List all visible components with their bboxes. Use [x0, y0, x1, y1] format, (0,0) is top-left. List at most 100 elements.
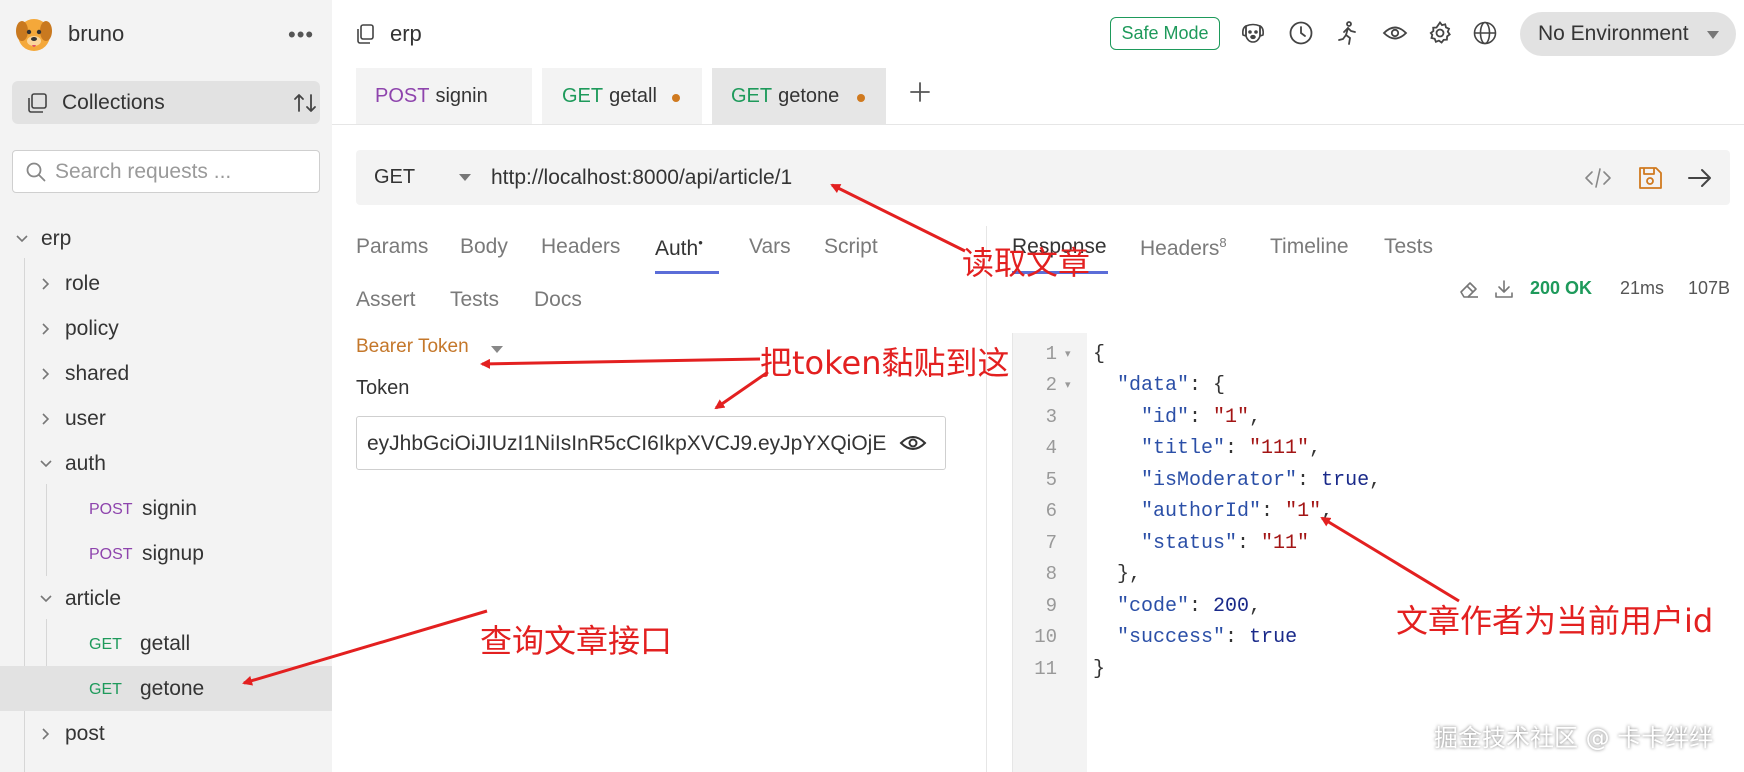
method-label: POST — [89, 501, 133, 518]
dog-icon[interactable] — [1240, 20, 1266, 46]
tree-label-auth: auth — [65, 451, 106, 475]
pane-divider[interactable] — [986, 226, 987, 772]
tree-folder-erp[interactable]: erp — [0, 216, 332, 261]
bruno-logo-icon — [16, 19, 52, 51]
caret-down-icon — [1707, 31, 1719, 39]
code-line: "success": true — [1117, 626, 1298, 649]
code-line: "title": "111", — [1141, 437, 1322, 460]
code-line: }, — [1093, 563, 1142, 586]
token-value[interactable]: eyJhbGciOiJIUzI1NiIsInR5cCI6IkpXVCJ9.eyJ… — [367, 432, 887, 456]
code-line: "isModerator": true, — [1141, 469, 1382, 492]
tree-folder-article[interactable]: article — [0, 576, 332, 621]
line-number: 7 — [1045, 532, 1057, 554]
caret-down-icon[interactable] — [458, 173, 472, 182]
auth-indicator: • — [698, 235, 703, 250]
unsaved-dot — [672, 94, 680, 102]
tree-folder-post[interactable]: post — [0, 711, 332, 756]
tab-response-tests[interactable]: Tests — [1384, 235, 1433, 259]
chevron-right-icon — [42, 728, 50, 740]
tab-response-headers[interactable]: Headers8 — [1140, 235, 1227, 261]
environment-select[interactable]: No Environment — [1520, 12, 1736, 56]
tab-tests[interactable]: Tests — [450, 288, 499, 312]
url-bar: GET http://localhost:8000/api/article/1 — [356, 150, 1730, 205]
caret-down-icon[interactable] — [490, 345, 504, 354]
collections-button[interactable]: Collections — [12, 81, 320, 124]
tab-script[interactable]: Script — [824, 235, 878, 259]
tree-folder-shared[interactable]: shared — [0, 351, 332, 396]
search-box[interactable] — [12, 150, 320, 193]
tab-assert[interactable]: Assert — [356, 288, 416, 312]
tab-getone[interactable]: GET getone — [712, 68, 886, 125]
headers-count: 8 — [1219, 235, 1227, 250]
line-number: 5 — [1045, 469, 1057, 491]
tab-vars[interactable]: Vars — [749, 235, 791, 259]
chevron-right-icon — [42, 323, 50, 335]
method-select[interactable]: GET — [374, 166, 415, 189]
tab-method: GET — [731, 85, 773, 107]
tab-timeline[interactable]: Timeline — [1270, 235, 1349, 259]
runner-icon[interactable] — [1334, 20, 1360, 46]
safe-mode-badge[interactable]: Safe Mode — [1110, 17, 1220, 50]
code-line: "id": "1", — [1141, 406, 1262, 429]
search-input[interactable] — [55, 157, 305, 187]
line-number: 8 — [1045, 563, 1057, 585]
tab-auth[interactable]: Auth• — [655, 235, 703, 261]
line-number: 11 — [1034, 658, 1057, 680]
line-number: 6 — [1045, 500, 1057, 522]
line-number: 3 — [1045, 406, 1057, 428]
tree-request-signin[interactable]: POST signin — [0, 486, 332, 531]
tab-getall[interactable]: GET getall — [542, 68, 702, 125]
save-icon[interactable] — [1636, 165, 1664, 191]
copy-icon — [357, 24, 374, 44]
tree-folder-policy[interactable]: policy — [0, 306, 332, 351]
plus-icon[interactable] — [908, 80, 932, 104]
tab-auth-label: Auth — [655, 237, 699, 260]
tree-folder-user[interactable]: user — [0, 396, 332, 441]
annotation-author-id: 文章作者为当前用户id — [1396, 602, 1714, 640]
chevron-right-icon — [42, 413, 50, 425]
code-line: } — [1093, 658, 1106, 681]
fold-icon[interactable]: ▾ — [1065, 378, 1071, 391]
request-name: signup — [142, 541, 204, 565]
tree-folder-auth[interactable]: auth — [0, 441, 332, 486]
chevron-right-icon — [42, 278, 50, 290]
code-icon[interactable] — [1584, 165, 1612, 191]
token-input[interactable]: eyJhbGciOiJIUzI1NiIsInR5cCI6IkpXVCJ9.eyJ… — [356, 416, 946, 470]
tab-docs[interactable]: Docs — [534, 288, 582, 312]
tree-request-getall[interactable]: GET getall — [0, 621, 332, 666]
eraser-icon[interactable] — [1458, 278, 1480, 300]
chevron-down-icon — [40, 595, 52, 603]
tab-name: getall — [609, 85, 657, 107]
more-options-icon[interactable]: ••• — [288, 22, 314, 48]
gear-icon[interactable] — [1427, 20, 1453, 46]
response-body[interactable]: 1 ▾ 2 ▾ 3 4 5 6 7 8 9 10 11 { "data": { … — [1012, 333, 1730, 772]
arrow-paste-token-1 — [480, 357, 761, 369]
download-icon[interactable] — [1493, 278, 1515, 300]
send-arrow-icon[interactable] — [1686, 165, 1714, 191]
tree-label-role: role — [65, 271, 101, 295]
line-number: 2 — [1045, 374, 1057, 396]
eye-icon[interactable] — [899, 431, 927, 455]
annotation-query-api: 查询文章接口 — [480, 622, 673, 660]
tree-request-getone[interactable]: GET getone — [0, 666, 332, 711]
tab-headers[interactable]: Headers — [541, 235, 620, 259]
annotation-paste-token: 把token黏贴到这 — [760, 344, 1010, 382]
url-input[interactable]: http://localhost:8000/api/article/1 — [491, 166, 792, 190]
code-line: "authorId": "1", — [1141, 500, 1334, 523]
sort-icon[interactable] — [292, 91, 318, 115]
chevron-right-icon — [42, 368, 50, 380]
tab-body[interactable]: Body — [460, 235, 508, 259]
tab-params[interactable]: Params — [356, 235, 428, 259]
tab-signin[interactable]: POST signin — [356, 68, 532, 125]
fold-icon[interactable]: ▾ — [1065, 347, 1071, 360]
tree-label-article: article — [65, 586, 122, 610]
tree-request-signup[interactable]: POST signup — [0, 531, 332, 576]
method-label: GET — [89, 636, 122, 653]
auth-mode-select[interactable]: Bearer Token — [356, 336, 469, 358]
tree-folder-role[interactable]: role — [0, 261, 332, 306]
eye-icon[interactable] — [1382, 20, 1408, 46]
code-line: "status": "11" — [1141, 532, 1310, 555]
response-size: 107B — [1688, 278, 1731, 298]
clock-icon[interactable] — [1288, 20, 1314, 46]
globe-icon[interactable] — [1472, 20, 1498, 46]
